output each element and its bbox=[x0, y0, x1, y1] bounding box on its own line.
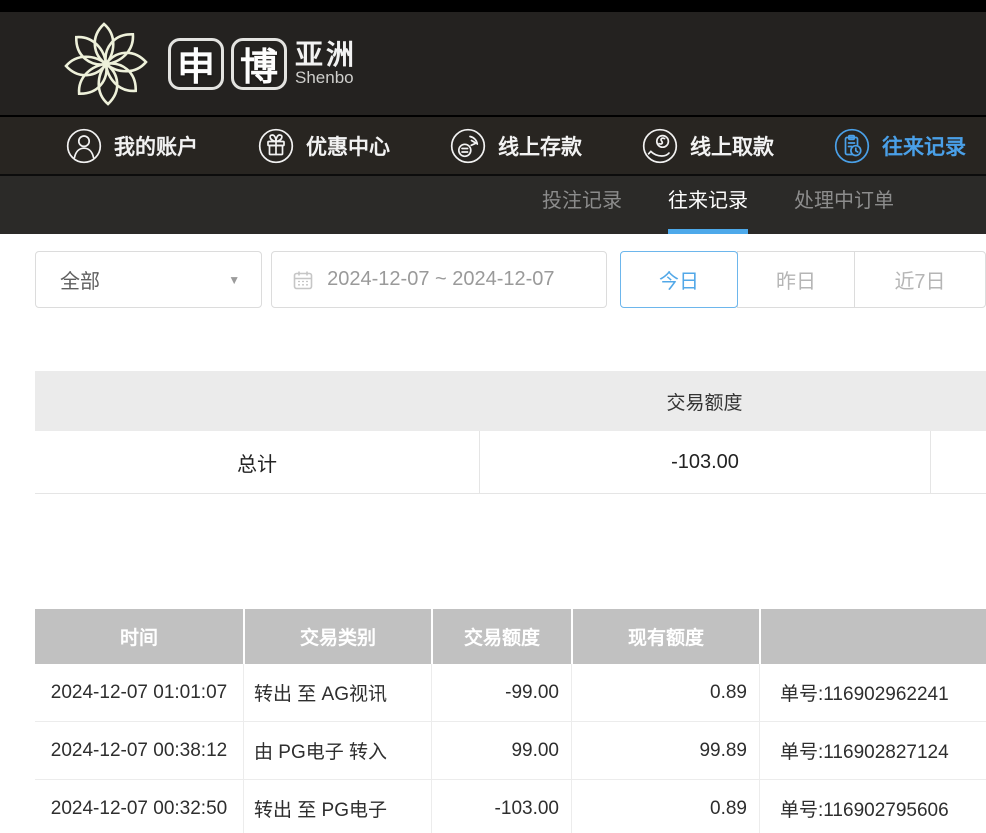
table-row: 2024-12-07 00:32:50 转出 至 PG电子 -103.00 0.… bbox=[35, 780, 986, 833]
filter-row: 全部 ▼ 2024-12-07 ~ 2024-12-07 今日 昨日 近7日 bbox=[0, 234, 986, 308]
cell-time: 2024-12-07 01:01:07 bbox=[35, 664, 243, 721]
main-nav: 我的账户 优惠中心 线上存款 bbox=[0, 117, 986, 176]
header-amount: 交易额度 bbox=[431, 609, 571, 664]
date-range-input[interactable]: 2024-12-07 ~ 2024-12-07 bbox=[271, 251, 607, 308]
table-row: 2024-12-07 00:38:12 由 PG电子 转入 99.00 99.8… bbox=[35, 722, 986, 780]
cell-balance: 99.89 bbox=[571, 722, 759, 779]
cell-balance: 0.89 bbox=[571, 780, 759, 833]
header-order bbox=[759, 609, 986, 664]
today-button[interactable]: 今日 bbox=[620, 251, 738, 308]
sub-tab-bar: 投注记录 往来记录 处理中订单 bbox=[0, 176, 986, 234]
brand-logo: 申 博 bbox=[168, 38, 287, 90]
nav-item-label: 我的账户 bbox=[114, 131, 198, 161]
records-header-row: 时间 交易类别 交易额度 现有额度 bbox=[35, 609, 986, 664]
chevron-down-icon: ▼ bbox=[228, 273, 240, 287]
top-black-strip bbox=[0, 0, 986, 12]
header-time: 时间 bbox=[35, 609, 243, 664]
calendar-icon bbox=[292, 269, 314, 291]
yesterday-button[interactable]: 昨日 bbox=[737, 251, 855, 308]
cell-order: 单号:116902795606 bbox=[759, 780, 986, 833]
cell-amount: -99.00 bbox=[431, 664, 571, 721]
summary-total-amount: -103.00 bbox=[479, 431, 930, 494]
cell-amount: 99.00 bbox=[431, 722, 571, 779]
nav-item-my-account[interactable]: 我的账户 bbox=[66, 128, 198, 164]
page: 申 博 亚洲 Shenbo 我的账户 优惠中心 bbox=[0, 0, 986, 833]
date-range-value: 2024-12-07 ~ 2024-12-07 bbox=[327, 268, 554, 291]
summary-total-row: 总计 -103.00 bbox=[35, 431, 986, 494]
nav-item-label: 往来记录 bbox=[882, 131, 966, 161]
cell-amount: -103.00 bbox=[431, 780, 571, 833]
brand-char-1: 申 bbox=[168, 38, 224, 90]
type-dropdown[interactable]: 全部 ▼ bbox=[35, 251, 262, 308]
nav-item-label: 线上存款 bbox=[498, 131, 582, 161]
brand-region: 亚洲 bbox=[295, 40, 357, 69]
nav-item-label: 线上取款 bbox=[690, 131, 774, 161]
cell-balance: 0.89 bbox=[571, 664, 759, 721]
header-type: 交易类别 bbox=[243, 609, 431, 664]
records-icon bbox=[834, 128, 870, 164]
cell-type: 转出 至 PG电子 bbox=[243, 780, 431, 833]
nav-item-online-withdraw[interactable]: 线上取款 bbox=[642, 128, 774, 164]
nav-item-label: 优惠中心 bbox=[306, 131, 390, 161]
summary-header-amount: 交易额度 bbox=[479, 388, 930, 415]
type-dropdown-value: 全部 bbox=[60, 265, 100, 294]
tab-processing-orders[interactable]: 处理中订单 bbox=[794, 176, 894, 234]
deposit-icon bbox=[450, 128, 486, 164]
table-row: 2024-12-07 01:01:07 转出 至 AG视讯 -99.00 0.8… bbox=[35, 664, 986, 722]
nav-item-promotions[interactable]: 优惠中心 bbox=[258, 128, 390, 164]
header-balance: 现有额度 bbox=[571, 609, 759, 664]
brand-char-2: 博 bbox=[231, 38, 287, 90]
records-table: 时间 交易类别 交易额度 现有额度 2024-12-07 01:01:07 转出… bbox=[35, 609, 986, 833]
cell-type: 转出 至 AG视讯 bbox=[243, 664, 431, 721]
tab-transaction-records[interactable]: 往来记录 bbox=[668, 176, 748, 234]
summary-table: 交易额度 总计 -103.00 bbox=[35, 371, 986, 494]
promotions-icon bbox=[258, 128, 294, 164]
nav-item-transaction-records[interactable]: 往来记录 bbox=[834, 128, 966, 164]
cell-type: 由 PG电子 转入 bbox=[243, 722, 431, 779]
withdraw-icon bbox=[642, 128, 678, 164]
brand-flower-icon bbox=[60, 18, 152, 110]
cell-order: 单号:116902962241 bbox=[759, 664, 986, 721]
tab-betting-records[interactable]: 投注记录 bbox=[542, 176, 622, 234]
account-icon bbox=[66, 128, 102, 164]
nav-item-online-deposit[interactable]: 线上存款 bbox=[450, 128, 582, 164]
summary-total-label: 总计 bbox=[35, 448, 479, 477]
summary-header-row: 交易额度 bbox=[35, 371, 986, 431]
cell-time: 2024-12-07 00:32:50 bbox=[35, 780, 243, 833]
cell-order: 单号:116902827124 bbox=[759, 722, 986, 779]
quick-date-buttons: 今日 昨日 近7日 bbox=[620, 251, 986, 308]
logo-bar: 申 博 亚洲 Shenbo bbox=[0, 12, 986, 117]
brand-subtitle: Shenbo bbox=[295, 69, 357, 87]
cell-time: 2024-12-07 00:38:12 bbox=[35, 722, 243, 779]
last-7-days-button[interactable]: 近7日 bbox=[854, 251, 986, 308]
